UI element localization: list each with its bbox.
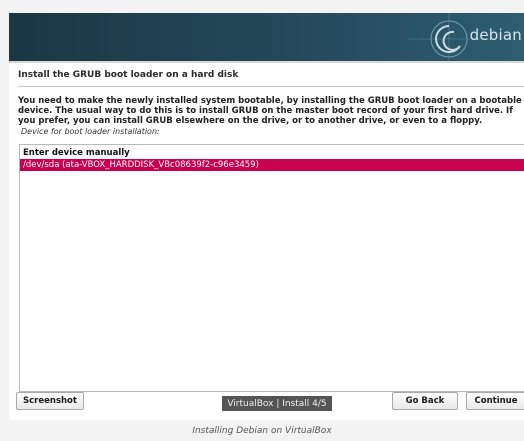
debian-banner: debian bbox=[9, 13, 524, 61]
list-item-enter-device-manually[interactable]: Enter device manually bbox=[20, 147, 524, 159]
device-field-label: Device for boot loader installation: bbox=[21, 127, 160, 136]
instructions-text: You need to make the newly installed sys… bbox=[18, 96, 522, 127]
installer-window: debian Install the GRUB boot loader on a… bbox=[9, 13, 524, 420]
continue-button[interactable]: Continue bbox=[466, 392, 524, 410]
page-title: Install the GRUB boot loader on a hard d… bbox=[18, 70, 239, 80]
banner-divider bbox=[9, 61, 524, 63]
go-back-button[interactable]: Go Back bbox=[392, 392, 458, 410]
title-divider bbox=[18, 86, 524, 87]
virtualbox-overlay-tag: VirtualBox | Install 4/5 bbox=[222, 396, 332, 411]
boot-device-list[interactable]: Enter device manually /dev/sda (ata-VBOX… bbox=[19, 144, 524, 392]
image-caption: Installing Debian on VirtualBox bbox=[192, 426, 332, 436]
list-item-dev-sda[interactable]: /dev/sda (ata-VBOX_HARDDISK_VBc08639f2-c… bbox=[20, 159, 524, 171]
screenshot-button[interactable]: Screenshot bbox=[16, 392, 84, 410]
debian-wordmark: debian bbox=[469, 26, 522, 44]
